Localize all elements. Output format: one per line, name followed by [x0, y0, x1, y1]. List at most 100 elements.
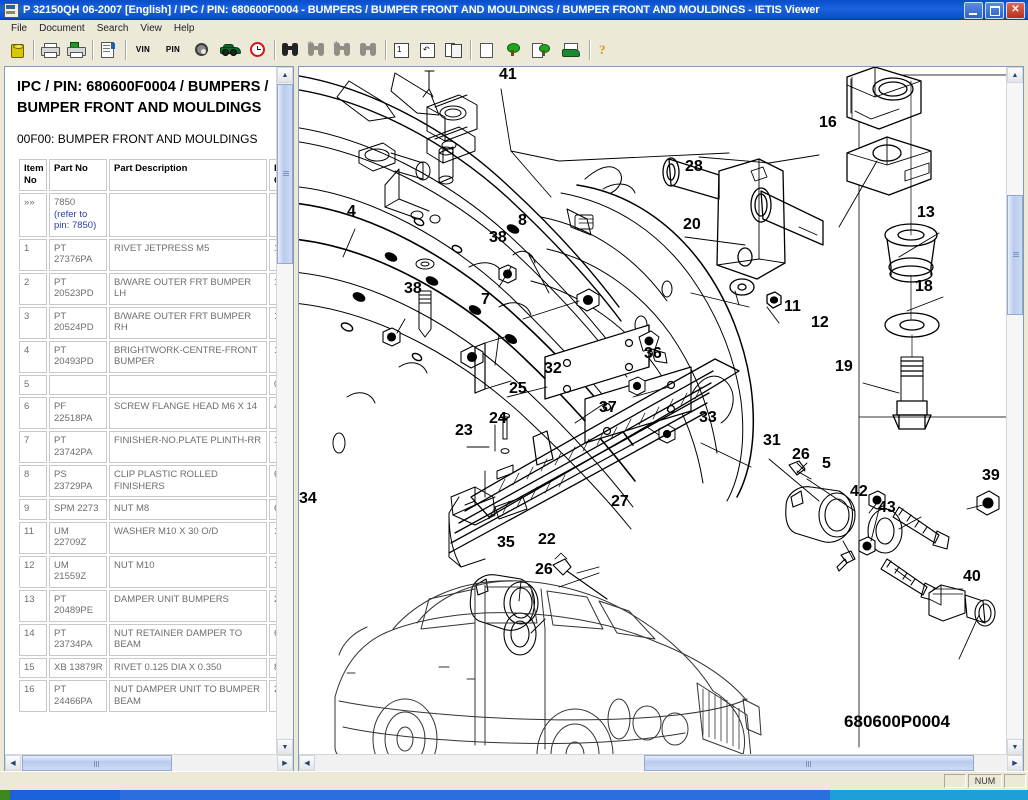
callout-number[interactable]: 34 — [299, 490, 317, 507]
part-reference-link[interactable]: (refer to pin: 7850) — [54, 209, 96, 232]
callout-number[interactable]: 40 — [963, 568, 981, 585]
diagram-hscroll-thumb[interactable] — [644, 755, 974, 771]
cell-part-no[interactable]: PT 23742PA — [49, 431, 107, 463]
column-header-part-desc[interactable]: Part Description — [109, 159, 267, 191]
cell-part-no[interactable]: PT 27376PA — [49, 239, 107, 271]
find-clear-button[interactable] — [356, 39, 380, 61]
cell-part-no[interactable]: SPM 2273 — [49, 499, 107, 520]
diagram-scroll-up-arrow-icon[interactable]: ▲ — [1007, 67, 1023, 83]
previous-page-button[interactable]: ↶ — [415, 39, 439, 61]
table-row[interactable]: 2PT 20523PDB/WARE OUTER FRT BUMPER LH1 — [19, 273, 277, 305]
cell-part-no[interactable]: 7850(refer to pin: 7850) — [49, 193, 107, 237]
callout-number[interactable]: 18 — [915, 278, 933, 295]
diagram-scroll-left-arrow-icon[interactable]: ◀ — [299, 755, 315, 771]
diagram-horizontal-scrollbar[interactable]: ◀ ▶ — [299, 754, 1023, 771]
callout-number[interactable]: 12 — [811, 314, 829, 331]
part-number-text[interactable]: PT 20523PD — [54, 277, 94, 300]
diagram-scroll-down-arrow-icon[interactable]: ▼ — [1007, 739, 1023, 755]
table-row[interactable]: 14PT 23734PANUT RETAINER DAMPER TO BEAM6 — [19, 624, 277, 656]
print-button[interactable] — [37, 39, 61, 61]
callout-number[interactable]: 22 — [538, 531, 556, 548]
callout-number[interactable]: 26 — [792, 446, 810, 463]
cell-part-no[interactable]: PS 23729PA — [49, 465, 107, 497]
part-number-text[interactable]: PT 27376PA — [54, 243, 92, 266]
callout-number[interactable]: 24 — [489, 410, 507, 427]
pages-button[interactable] — [441, 39, 465, 61]
part-number-text[interactable]: XB 13879R — [54, 662, 103, 673]
callout-number[interactable]: 7 — [481, 291, 490, 308]
part-number-text[interactable]: PT 20493PD — [54, 345, 94, 368]
options-button[interactable] — [189, 39, 213, 61]
part-number-text[interactable]: PT 23742PA — [54, 435, 92, 458]
exploded-parts-diagram[interactable]: 680600P0004 4116281342083818738111236321… — [299, 67, 1007, 755]
callout-number[interactable]: 25 — [509, 380, 527, 397]
hscroll-thumb[interactable] — [22, 755, 172, 771]
callout-number[interactable]: 36 — [644, 345, 662, 362]
cell-part-no[interactable]: PF 22518PA — [49, 397, 107, 429]
diagram-scroll-thumb[interactable] — [1007, 195, 1023, 315]
table-row[interactable]: 3PT 20524PDB/WARE OUTER FRT BUMPER RH1 — [19, 307, 277, 339]
close-button[interactable]: ✕ — [1006, 2, 1025, 19]
cell-part-no[interactable]: PT 20524PD — [49, 307, 107, 339]
callout-number[interactable]: 37 — [599, 399, 617, 416]
part-number-text[interactable]: 7850 — [54, 197, 75, 208]
cell-part-no[interactable] — [49, 375, 107, 396]
cell-part-no[interactable]: PT 23734PA — [49, 624, 107, 656]
part-number-text[interactable]: PF 22518PA — [54, 401, 92, 424]
cell-part-no[interactable]: UM 22709Z — [49, 522, 107, 554]
help-button[interactable]: ? — [593, 39, 617, 61]
cell-part-no[interactable]: XB 13879R — [49, 658, 107, 679]
part-number-text[interactable]: UM 22709Z — [54, 526, 86, 549]
menu-item-search[interactable]: Search — [91, 22, 135, 35]
callout-number[interactable]: 39 — [982, 467, 1000, 484]
part-number-text[interactable]: PT 24466PA — [54, 684, 92, 707]
column-header-item-no[interactable]: Item No — [19, 159, 47, 191]
callout-number[interactable]: 27 — [611, 493, 629, 510]
callout-number[interactable]: 38 — [404, 280, 422, 297]
pin-search-button[interactable]: PIN — [159, 39, 187, 61]
scroll-down-arrow-icon[interactable]: ▼ — [277, 739, 293, 755]
vehicle-button[interactable] — [215, 39, 243, 61]
callout-number[interactable]: 35 — [497, 534, 515, 551]
callout-number[interactable]: 13 — [917, 204, 935, 221]
scroll-up-arrow-icon[interactable]: ▲ — [277, 67, 293, 83]
callout-number[interactable]: 8 — [518, 212, 527, 229]
table-row[interactable]: 7PT 23742PAFINISHER-NO.PLATE PLINTH-RR1 — [19, 431, 277, 463]
table-row[interactable]: 16PT 24466PANUT DAMPER UNIT TO BUMPER BE… — [19, 680, 277, 712]
callout-number[interactable]: 11 — [784, 298, 801, 315]
diagram-scroll-right-arrow-icon[interactable]: ▶ — [1007, 755, 1023, 771]
vehicle-print-button[interactable] — [556, 39, 584, 61]
part-number-text[interactable]: PT 23734PA — [54, 628, 92, 651]
diagram-vertical-scrollbar[interactable]: ▲ ▼ — [1006, 67, 1023, 755]
scroll-right-arrow-icon[interactable]: ▶ — [277, 755, 293, 771]
find-button[interactable] — [278, 39, 302, 61]
callout-number[interactable]: 28 — [685, 158, 703, 175]
callout-number[interactable]: 31 — [763, 432, 781, 449]
callout-number[interactable]: 38 — [489, 229, 507, 246]
parts-list-vertical-scrollbar[interactable]: ▲ ▼ — [276, 67, 293, 755]
callout-number[interactable]: 19 — [835, 358, 853, 375]
table-row[interactable]: »»7850(refer to pin: 7850) — [19, 193, 277, 237]
menu-item-file[interactable]: File — [5, 22, 33, 35]
cell-part-no[interactable]: PT 20493PD — [49, 341, 107, 373]
part-number-text[interactable]: UM 21559Z — [54, 560, 86, 583]
callout-number[interactable]: 20 — [683, 216, 701, 233]
restore-button[interactable] — [985, 2, 1004, 19]
table-row[interactable]: 13PT 20489PEDAMPER UNIT BUMPERS2 — [19, 590, 277, 622]
part-number-text[interactable]: PS 23729PA — [54, 469, 92, 492]
print-preview-button[interactable] — [63, 39, 87, 61]
document-tree-button[interactable] — [526, 39, 554, 61]
part-number-text[interactable]: PT 20524PD — [54, 311, 94, 334]
menu-item-document[interactable]: Document — [33, 22, 91, 35]
callout-number[interactable]: 43 — [878, 499, 896, 516]
callout-number[interactable]: 41 — [499, 67, 517, 83]
table-row[interactable]: 6PF 22518PASCREW FLANGE HEAD M6 X 144 — [19, 397, 277, 429]
table-row[interactable]: 11UM 22709ZWASHER M10 X 30 O/D10 — [19, 522, 277, 554]
minimize-button[interactable] — [964, 2, 983, 19]
callout-number[interactable]: 16 — [819, 114, 837, 131]
history-button[interactable] — [245, 39, 269, 61]
diagram-viewport[interactable]: 680600P0004 4116281342083818738111236321… — [299, 67, 1007, 755]
column-header-part-no[interactable]: Part No — [49, 159, 107, 191]
table-row[interactable]: 12UM 21559ZNUT M1010 — [19, 556, 277, 588]
callout-number[interactable]: 42 — [850, 483, 868, 500]
